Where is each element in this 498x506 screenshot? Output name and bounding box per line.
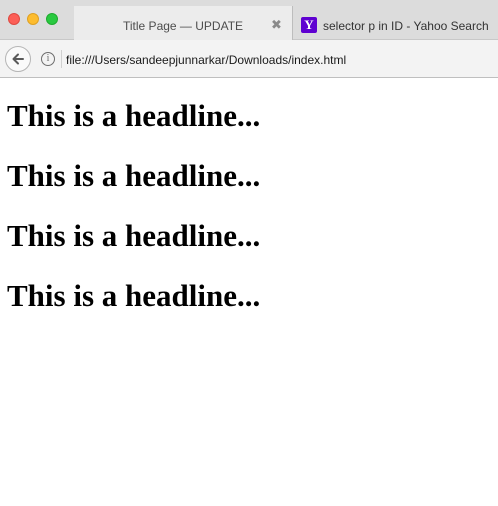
back-arrow-icon [12, 53, 24, 65]
window-maximize-button[interactable] [46, 13, 58, 25]
tab-yahoo-search[interactable]: Y selector p in ID - Yahoo Search [292, 6, 498, 40]
tab-title: selector p in ID - Yahoo Search [323, 19, 489, 33]
back-button[interactable] [5, 46, 31, 72]
headline: This is a headline... [7, 278, 261, 313]
tab-title: Title Page — UPDATE [123, 19, 244, 33]
tab-strip: Title Page — UPDATE ✖ Y selector p in ID… [0, 0, 498, 40]
site-info-icon[interactable]: i [41, 52, 55, 66]
yahoo-favicon-icon: Y [301, 17, 317, 33]
window-close-button[interactable] [8, 13, 20, 25]
address-bar-input[interactable]: file:///Users/sandeepjunnarkar/Downloads… [66, 51, 496, 69]
tab-close-icon[interactable]: ✖ [271, 18, 282, 32]
headline: This is a headline... [7, 158, 261, 193]
headline: This is a headline... [7, 218, 261, 253]
window-minimize-button[interactable] [27, 13, 39, 25]
browser-window: Title Page — UPDATE ✖ Y selector p in ID… [0, 0, 498, 506]
tab-title-page[interactable]: Title Page — UPDATE ✖ [74, 6, 292, 40]
headline: This is a headline... [7, 98, 261, 133]
url-divider [61, 50, 62, 68]
page-content: This is a headline... This is a headline… [0, 78, 498, 506]
navigation-bar: i file:///Users/sandeepjunnarkar/Downloa… [0, 40, 498, 78]
